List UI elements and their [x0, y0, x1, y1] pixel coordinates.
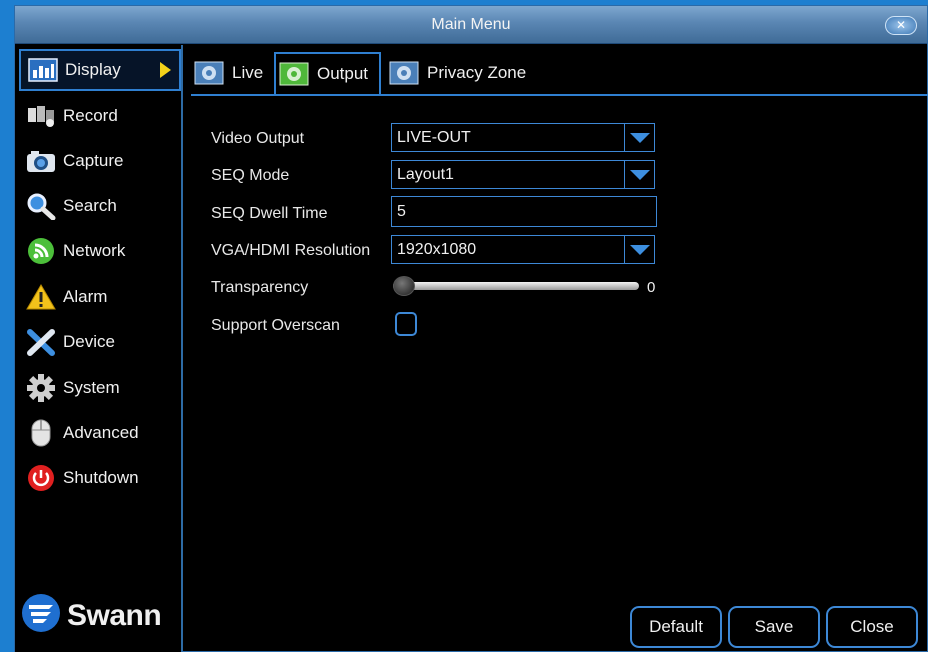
sidebar-item-label: Network — [63, 241, 126, 260]
logo-text: Swann — [67, 598, 162, 632]
sidebar-item-label: Alarm — [63, 287, 108, 306]
tab-label: Privacy Zone — [427, 63, 527, 82]
sidebar-item-shutdown[interactable]: Shutdown — [19, 457, 181, 499]
sidebar-item-label: Device — [63, 332, 115, 351]
title-bar: Main Menu ✕ — [15, 6, 927, 44]
main-menu-window: Main Menu ✕ Display Record Capture Searc… — [14, 5, 928, 652]
alarm-icon — [25, 282, 57, 312]
sidebar-item-capture[interactable]: Capture — [19, 140, 181, 182]
swann-logo-icon — [21, 593, 61, 638]
transparency-value: 0 — [647, 279, 656, 296]
active-arrow-icon — [160, 62, 171, 78]
tab-live[interactable]: Live — [191, 52, 269, 94]
sidebar-item-display[interactable]: Display — [19, 49, 181, 91]
sidebar: Display Record Capture Search Network Al… — [15, 45, 183, 652]
resolution-dropdown[interactable]: 1920x1080 — [391, 235, 655, 264]
tab-label: Live — [232, 63, 264, 82]
seq-mode-label: SEQ Mode — [211, 167, 290, 184]
seq-mode-value: Layout1 — [397, 166, 454, 183]
transparency-slider-track[interactable] — [393, 282, 639, 290]
sidebar-item-record[interactable]: Record — [19, 95, 181, 137]
window-title: Main Menu — [431, 16, 511, 33]
seq-dwell-time-value: 5 — [397, 203, 406, 220]
tab-label: Output — [317, 64, 369, 83]
transparency-slider-thumb[interactable] — [393, 276, 415, 296]
video-output-label: Video Output — [211, 130, 305, 147]
mouse-icon — [25, 418, 57, 448]
monitor-settings-icon — [279, 59, 309, 89]
tab-output[interactable]: Output — [274, 52, 381, 94]
sidebar-item-device[interactable]: Device — [19, 321, 181, 363]
video-output-value: LIVE-OUT — [397, 129, 471, 146]
camera-icon — [25, 146, 57, 176]
seq-mode-dropdown[interactable]: Layout1 — [391, 160, 655, 189]
support-overscan-checkbox[interactable] — [395, 312, 417, 336]
dropdown-arrow-icon[interactable] — [624, 161, 654, 188]
sidebar-item-label: Shutdown — [63, 468, 139, 487]
swann-logo: Swann — [21, 593, 162, 638]
sidebar-item-label: Advanced — [63, 423, 139, 442]
save-button[interactable]: Save — [728, 606, 820, 648]
seq-dwell-time-input[interactable]: 5 — [391, 196, 657, 227]
seq-dwell-time-label: SEQ Dwell Time — [211, 205, 328, 222]
support-overscan-label: Support Overscan — [211, 317, 340, 334]
sidebar-item-label: Record — [63, 106, 118, 125]
dropdown-arrow-icon[interactable] — [624, 124, 654, 151]
default-button[interactable]: Default — [630, 606, 722, 648]
sidebar-item-system[interactable]: System — [19, 367, 181, 409]
sidebar-item-alarm[interactable]: Alarm — [19, 276, 181, 318]
sidebar-item-search[interactable]: Search — [19, 185, 181, 227]
close-icon: ✕ — [895, 18, 907, 32]
search-icon — [25, 191, 57, 221]
dropdown-arrow-icon[interactable] — [624, 236, 654, 263]
sidebar-item-label: Display — [65, 60, 121, 79]
resolution-value: 1920x1080 — [397, 241, 477, 258]
sidebar-item-label: System — [63, 378, 120, 397]
sidebar-item-network[interactable]: Network — [19, 230, 181, 272]
monitor-settings-icon — [194, 58, 224, 88]
network-icon — [25, 236, 57, 266]
close-button[interactable]: Close — [826, 606, 918, 648]
tab-underline — [191, 94, 928, 96]
power-icon — [25, 463, 57, 493]
resolution-label: VGA/HDMI Resolution — [211, 242, 371, 259]
sidebar-item-advanced[interactable]: Advanced — [19, 412, 181, 454]
device-tools-icon — [25, 327, 57, 357]
display-icon — [27, 55, 59, 85]
sidebar-item-label: Search — [63, 196, 117, 215]
record-icon — [25, 101, 57, 131]
close-window-button[interactable]: ✕ — [885, 16, 917, 35]
sidebar-item-label: Capture — [63, 151, 124, 170]
transparency-label: Transparency — [211, 279, 309, 296]
tab-privacy-zone[interactable]: Privacy Zone — [386, 52, 536, 94]
video-output-dropdown[interactable]: LIVE-OUT — [391, 123, 655, 152]
monitor-settings-icon — [389, 58, 419, 88]
gear-icon — [25, 373, 57, 403]
